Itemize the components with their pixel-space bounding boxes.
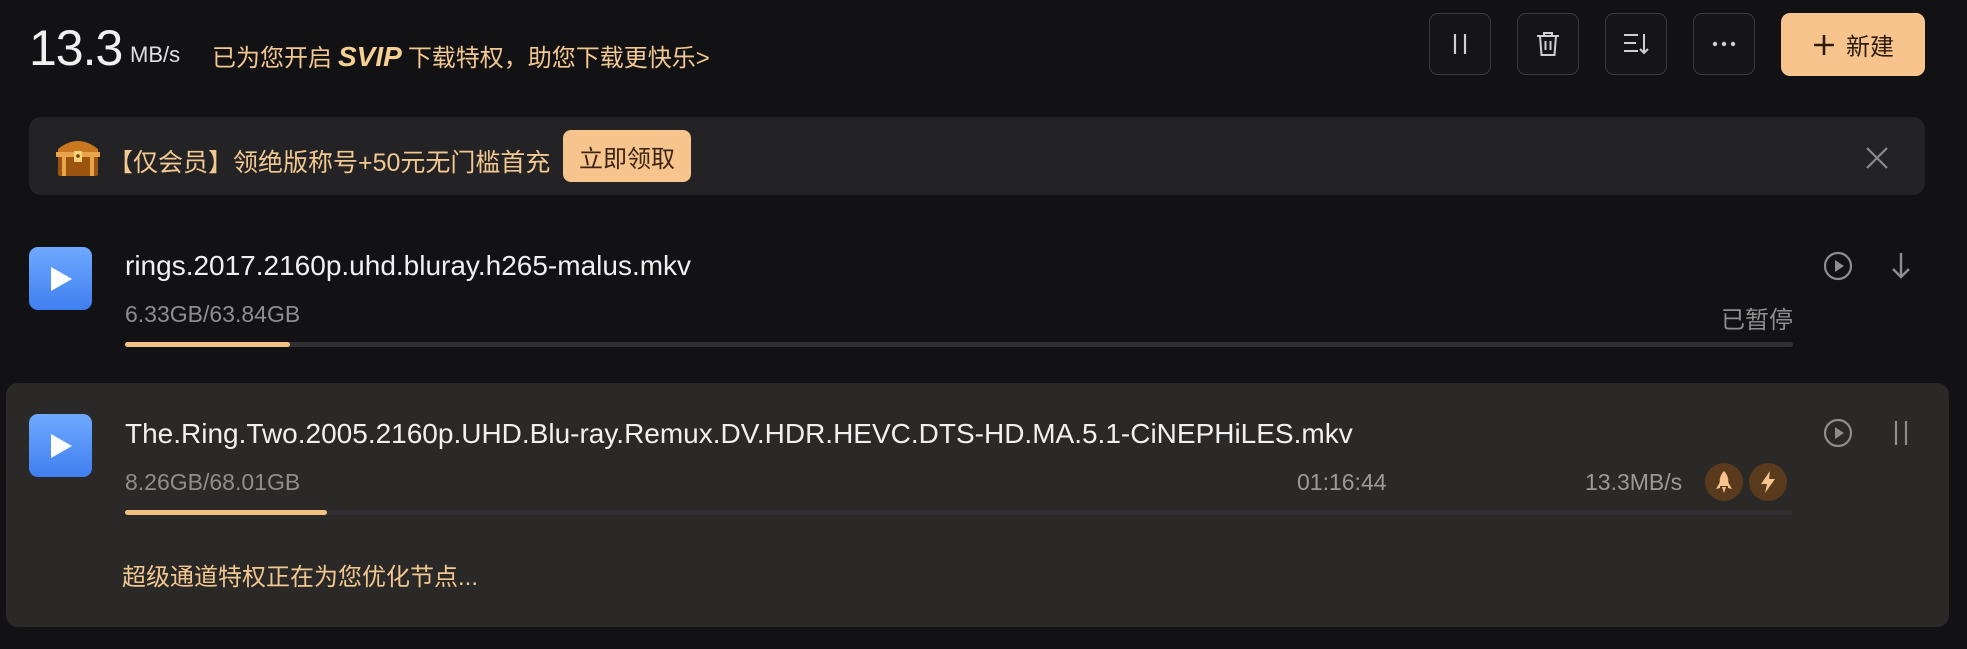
promo-suffix: 下载特权，助您下载更快乐>: [407, 45, 710, 72]
new-download-button[interactable]: 新建: [1781, 13, 1925, 76]
delete-button[interactable]: [1517, 13, 1579, 75]
download-status: 已暂停: [1721, 307, 1793, 334]
more-icon: [1712, 41, 1736, 47]
time-remaining: 01:16:44: [1297, 469, 1387, 495]
play-triangle-icon: [50, 433, 72, 458]
pause-download-icon[interactable]: [1888, 418, 1914, 448]
preview-play-icon[interactable]: [1822, 417, 1854, 449]
optimizing-message: 超级通道特权正在为您优化节点...: [122, 564, 479, 591]
download-size: 6.33GB/63.84GB: [125, 301, 301, 327]
plus-icon: [1814, 34, 1834, 55]
close-icon[interactable]: [1863, 144, 1891, 172]
video-file-icon: [29, 414, 92, 477]
rocket-boost-icon[interactable]: [1705, 463, 1743, 501]
preview-play-icon[interactable]: [1822, 250, 1854, 282]
download-speed: 13.3MB/s: [1585, 469, 1683, 495]
download-progress-bar: [125, 510, 1793, 515]
sort-icon: [1624, 34, 1649, 55]
download-speed-unit: MB/s: [130, 42, 181, 67]
treasure-chest-icon: [56, 141, 100, 176]
svip-promo-link[interactable]: 已为您开启 SVIP 下载特权，助您下载更快乐>: [212, 38, 710, 73]
promo-prefix: 已为您开启: [212, 45, 332, 72]
pause-all-icon: [1453, 34, 1467, 54]
resume-download-icon[interactable]: [1888, 250, 1914, 282]
download-filename[interactable]: The.Ring.Two.2005.2160p.UHD.Blu-ray.Remu…: [125, 418, 1353, 450]
delete-icon: [1537, 32, 1559, 56]
promo-svip: SVIP: [338, 41, 402, 72]
banner-message: 【仅会员】领绝版称号+50元无门槛首充: [108, 149, 551, 177]
more-button[interactable]: [1693, 13, 1755, 75]
download-filename[interactable]: rings.2017.2160p.uhd.bluray.h265-malus.m…: [125, 250, 691, 282]
lightning-boost-icon[interactable]: [1749, 463, 1787, 501]
video-file-icon: [29, 247, 92, 310]
download-progress-bar: [125, 342, 1793, 347]
download-speed-value: 13.3: [29, 20, 123, 76]
download-progress-fill: [125, 342, 291, 347]
pause-all-button[interactable]: [1429, 13, 1491, 75]
claim-now-button[interactable]: 立即领取: [563, 130, 691, 182]
download-progress-fill: [125, 510, 327, 515]
new-button-label: 新建: [1846, 34, 1894, 61]
play-triangle-icon: [50, 266, 72, 291]
download-size: 8.26GB/68.01GB: [125, 469, 301, 495]
sort-button[interactable]: [1605, 13, 1667, 75]
